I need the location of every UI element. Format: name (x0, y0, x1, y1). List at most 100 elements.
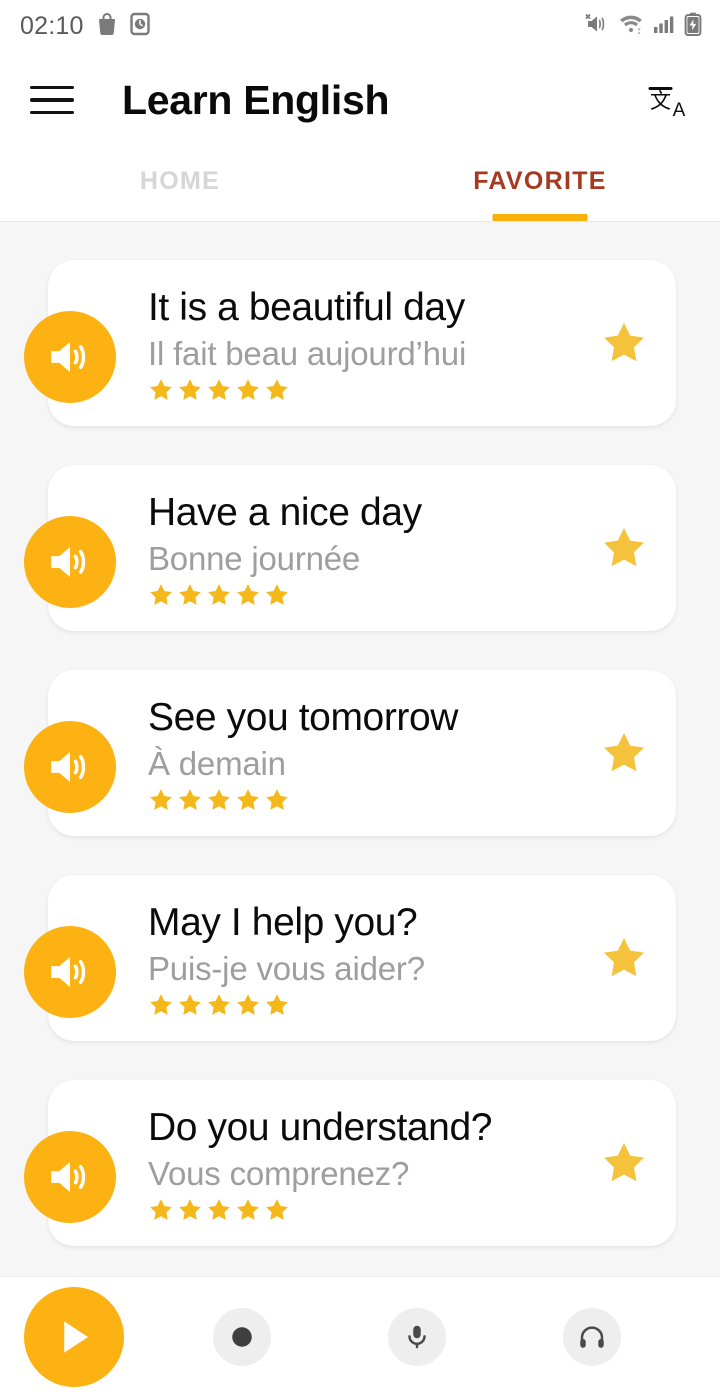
phrase-card[interactable]: Do you understand? Vous comprenez? (48, 1080, 676, 1246)
star-icon (179, 379, 201, 400)
phrase-card[interactable]: Have a nice day Bonne journée (48, 465, 676, 631)
tab-home[interactable]: HOME (0, 148, 360, 221)
star-icon (208, 1199, 230, 1220)
page-title: Learn English (122, 76, 390, 123)
star-icon (150, 379, 172, 400)
phrase-card-text: See you tomorrow À demain (148, 693, 458, 813)
star-icon (266, 379, 288, 400)
phrase-list[interactable]: It is a beautiful day Il fait beau aujou… (0, 222, 720, 1276)
hamburger-line (30, 110, 74, 115)
play-button[interactable] (24, 1286, 124, 1387)
star-icon (150, 1199, 172, 1220)
rating-stars (148, 582, 422, 608)
alarm-clock-icon (129, 12, 150, 41)
microphone-icon (408, 1325, 426, 1348)
list-item[interactable]: Have a nice day Bonne journée (0, 459, 720, 664)
star-icon (208, 584, 230, 605)
star-filled-icon (604, 323, 644, 362)
phrase-card-text: Do you understand? Vous comprenez? (148, 1103, 492, 1223)
translation-text: Puis-je vous aider? (148, 949, 425, 987)
star-filled-icon (604, 528, 644, 567)
hamburger-line (30, 98, 74, 102)
speaker-button[interactable] (24, 1130, 116, 1223)
svg-text:文: 文 (650, 89, 671, 113)
headphones-icon (580, 1325, 605, 1348)
phrase-text: See you tomorrow (148, 695, 459, 739)
phrase-card[interactable]: May I help you? Puis-je vous aider? (48, 875, 676, 1041)
speaker-button[interactable] (24, 515, 116, 608)
star-icon (179, 994, 201, 1015)
cellular-signal-icon (653, 13, 675, 40)
star-icon (208, 994, 230, 1015)
translation-text: Il fait beau aujourd’hui (148, 334, 467, 372)
rating-stars (148, 787, 458, 813)
favorite-star-button[interactable] (598, 522, 650, 574)
favorite-star-button[interactable] (598, 727, 650, 779)
record-button[interactable] (212, 1307, 271, 1366)
translate-icon[interactable]: 文 A (640, 72, 696, 128)
hamburger-menu-icon[interactable] (30, 77, 76, 123)
status-bar-left: 02:10 (20, 12, 150, 41)
star-icon (237, 1199, 259, 1220)
list-item[interactable]: May I help you? Puis-je vous aider? (0, 869, 720, 1074)
phrase-text: May I help you? (148, 900, 418, 944)
bottom-action-group (124, 1307, 680, 1366)
status-bar: 02:10 (0, 0, 720, 52)
star-icon (208, 379, 230, 400)
favorite-star-button[interactable] (598, 1137, 650, 1189)
volume-up-icon (51, 751, 86, 782)
star-icon (237, 994, 259, 1015)
phrase-card-text: Have a nice day Bonne journée (148, 488, 422, 608)
microphone-button[interactable] (387, 1307, 446, 1366)
play-icon (64, 1320, 89, 1353)
favorite-star-button[interactable] (598, 932, 650, 984)
volume-up-icon (51, 956, 86, 987)
star-icon (179, 584, 201, 605)
rating-stars (148, 377, 466, 403)
star-icon (237, 789, 259, 810)
tab-favorite-label: FAVORITE (473, 167, 607, 195)
star-icon (266, 789, 288, 810)
svg-text:A: A (673, 100, 686, 121)
shopping-bag-icon (96, 12, 118, 41)
tab-bar: HOME FAVORITE (0, 148, 720, 222)
tab-home-label: HOME (139, 167, 221, 195)
list-item[interactable]: See you tomorrow À demain (0, 664, 720, 869)
speaker-button[interactable] (24, 720, 116, 813)
list-item[interactable]: It is a beautiful day Il fait beau aujou… (0, 254, 720, 459)
tab-favorite[interactable]: FAVORITE (360, 148, 720, 221)
tab-active-indicator (492, 214, 588, 221)
hamburger-line (30, 85, 74, 90)
bottom-toolbar (0, 1276, 720, 1396)
volume-up-icon (51, 341, 86, 372)
translation-text: Vous comprenez? (148, 1154, 410, 1192)
speaker-button[interactable] (24, 925, 116, 1018)
battery-charging-icon (684, 12, 702, 41)
translation-text: À demain (148, 744, 286, 782)
list-item[interactable]: Do you understand? Vous comprenez? (0, 1074, 720, 1276)
phrase-text: It is a beautiful day (148, 285, 465, 329)
favorite-star-button[interactable] (598, 317, 650, 369)
star-icon (266, 994, 288, 1015)
headphones-button[interactable] (563, 1307, 622, 1366)
phrase-text: Do you understand? (148, 1105, 493, 1149)
star-icon (237, 379, 259, 400)
star-icon (150, 789, 172, 810)
phrase-card[interactable]: It is a beautiful day Il fait beau aujou… (48, 260, 676, 426)
star-icon (208, 789, 230, 810)
star-icon (237, 584, 259, 605)
rating-stars (148, 992, 425, 1018)
volume-up-icon (51, 546, 86, 577)
rating-stars (148, 1197, 492, 1223)
star-icon (179, 789, 201, 810)
record-icon (231, 1326, 252, 1347)
speaker-button[interactable] (24, 310, 116, 403)
star-icon (266, 584, 288, 605)
phrase-card[interactable]: See you tomorrow À demain (48, 670, 676, 836)
status-bar-right (585, 12, 702, 41)
wifi-icon (618, 12, 644, 41)
phrase-text: Have a nice day (148, 490, 422, 534)
translation-text: Bonne journée (148, 539, 361, 577)
phrase-card-text: It is a beautiful day Il fait beau aujou… (148, 283, 466, 403)
star-filled-icon (604, 938, 644, 977)
